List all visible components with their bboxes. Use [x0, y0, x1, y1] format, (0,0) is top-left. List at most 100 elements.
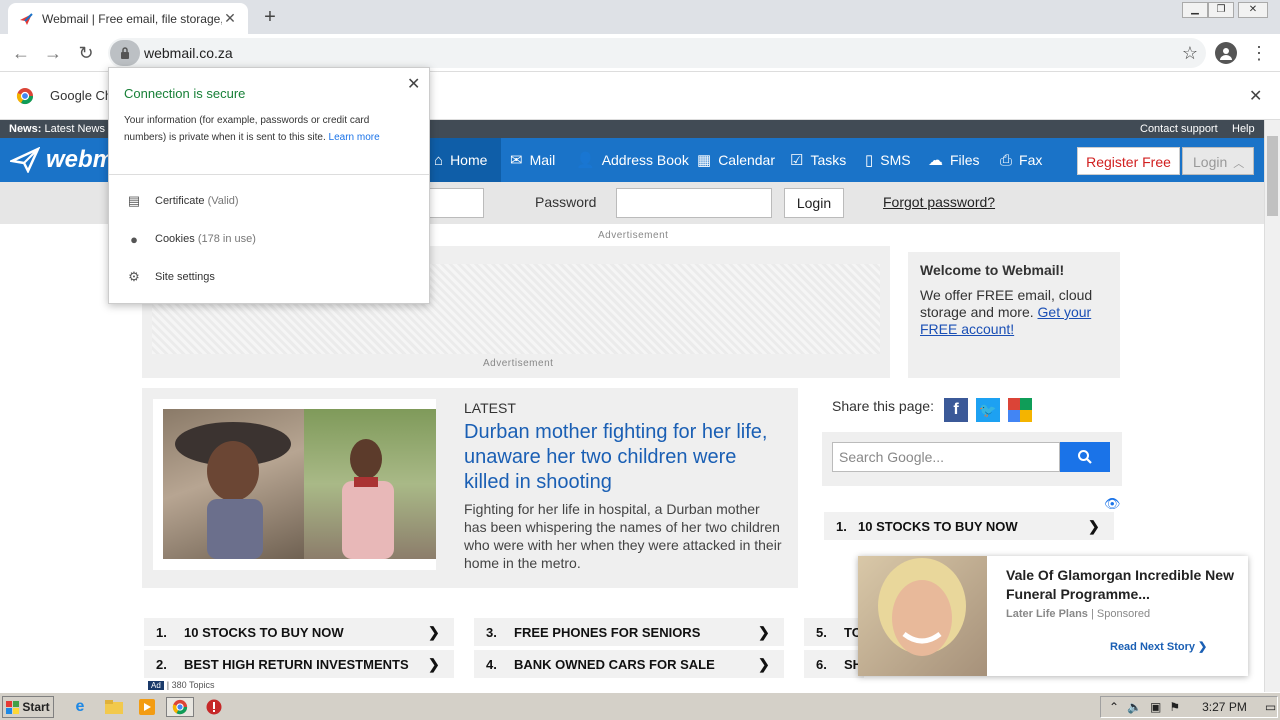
address-bar[interactable]: webmail.co.za ☆ [108, 38, 1206, 68]
list-item[interactable]: 2. BEST HIGH RETURN INVESTMENTS ❯ [144, 650, 454, 678]
ie-icon[interactable]: e [70, 697, 90, 717]
logo-plane-icon [10, 147, 40, 173]
site-settings-item[interactable]: ⚙ Site settings [125, 266, 215, 288]
chevron-right-icon: ❯ [758, 655, 770, 672]
tab-title: Webmail | Free email, file storage, s [42, 11, 222, 26]
side-list-item[interactable]: 1. 10 STOCKS TO BUY NOW ❯ [824, 512, 1114, 540]
nav-address-book[interactable]: 👤 Address Book [576, 138, 689, 182]
new-tab-button[interactable]: + [258, 5, 282, 29]
help-link[interactable]: Help [1232, 120, 1255, 138]
stop-icon[interactable] [204, 697, 224, 717]
mail-icon: ✉ [510, 152, 523, 169]
scrollbar-thumb[interactable] [1267, 136, 1278, 216]
learn-more-link[interactable]: Learn more [329, 132, 380, 143]
nav-tasks[interactable]: ☑ Tasks [790, 138, 846, 182]
password-field[interactable] [616, 188, 772, 218]
tab-close-icon[interactable]: ✕ [222, 10, 238, 27]
list-item[interactable]: 5. TO [804, 618, 864, 646]
list-item[interactable]: 3. FREE PHONES FOR SENIORS ❯ [474, 618, 784, 646]
media-player-icon[interactable] [137, 697, 157, 717]
infobar-text: Google Ch [50, 88, 113, 103]
reload-button[interactable]: ↻ [73, 40, 99, 66]
back-button[interactable]: ← [8, 40, 34, 66]
chevron-right-icon: ❯ [1088, 517, 1100, 534]
story-image-frame[interactable] [153, 399, 436, 570]
list-item[interactable]: 4. BANK OWNED CARS FOR SALE ❯ [474, 650, 784, 678]
nav-mail[interactable]: ✉ Mail [510, 138, 555, 182]
nav-calendar[interactable]: ▦ Calendar [697, 138, 775, 182]
adchoices-eye-icon[interactable]: 👁 [1104, 496, 1121, 512]
windows-taskbar: Start e ⌃ 🔈 ▣ ⚑ 3:27 PM ▭ [0, 692, 1280, 720]
page-scrollbar[interactable] [1264, 120, 1280, 692]
site-favicon-icon [18, 11, 34, 27]
ad-title[interactable]: Vale Of Glamorgan Incredible New Funeral… [1006, 566, 1236, 604]
ad-sponsored: Sponsored [1096, 608, 1151, 620]
site-logo[interactable]: webm [10, 146, 114, 174]
close-window-button[interactable]: ✕ [1238, 2, 1268, 18]
welcome-box: Welcome to Webmail! We offer FREE email,… [908, 252, 1120, 378]
calendar-icon: ▦ [697, 152, 712, 169]
folder-icon[interactable] [104, 697, 124, 717]
twitter-icon[interactable]: 🐦 [976, 398, 1000, 422]
url-text: webmail.co.za [144, 45, 233, 61]
cookie-icon: ● [130, 231, 138, 247]
contact-support-link[interactable]: Contact support [1140, 120, 1218, 138]
forward-button[interactable]: → [40, 40, 66, 66]
browser-tab[interactable]: Webmail | Free email, file storage, s ✕ [8, 3, 248, 34]
list-item[interactable]: 6. SH [804, 650, 864, 678]
news-ticker[interactable]: Latest News [44, 123, 105, 135]
nav-files[interactable]: ☁ Files [928, 138, 980, 182]
menu-kebab-icon[interactable]: ⋮ [1250, 40, 1268, 66]
story-summary: Fighting for her life in hospital, a Dur… [464, 501, 782, 571]
tab-strip: Webmail | Free email, file storage, s ✕ … [0, 0, 1280, 34]
show-desktop-icon[interactable]: ▭ [1265, 700, 1276, 714]
story-headline[interactable]: Durban mother fighting for her life, una… [464, 420, 784, 495]
infobar-close-icon[interactable]: ✕ [1249, 86, 1262, 106]
certificate-icon: ▤ [127, 193, 141, 208]
list-item[interactable]: 1. 10 STOCKS TO BUY NOW ❯ [144, 618, 454, 646]
logo-text: webm [46, 146, 115, 173]
nav-fax[interactable]: ⎙ Fax [1000, 138, 1042, 182]
sponsored-ad-popup[interactable]: Vale Of Glamorgan Incredible New Funeral… [858, 556, 1248, 676]
start-button[interactable]: Start [2, 696, 54, 718]
story-photo-man [304, 409, 436, 559]
password-label: Password [535, 194, 597, 210]
ad-footer: Ad | 380 Topics [148, 680, 215, 690]
login-dropdown-button[interactable]: Login ︿ [1182, 147, 1254, 175]
network-icon[interactable]: ▣ [1150, 700, 1161, 714]
google-share-icon[interactable] [1008, 398, 1032, 422]
ad-source-line: Later Life Plans | Sponsored [1006, 608, 1151, 620]
welcome-title: Welcome to Webmail! [920, 262, 1065, 278]
latest-story-card: LATEST Durban mother fighting for her li… [142, 388, 798, 588]
register-free-button[interactable]: Register Free [1077, 147, 1180, 175]
tray-arrow-icon[interactable]: ⌃ [1109, 700, 1119, 714]
gear-icon: ⚙ [128, 269, 140, 284]
bookmark-star-icon[interactable]: ☆ [1182, 38, 1198, 68]
read-next-story-link[interactable]: Read Next Story ❯ [1110, 640, 1207, 653]
popup-close-icon[interactable]: ✕ [407, 74, 420, 94]
fax-icon: ⎙ [1000, 151, 1013, 169]
forgot-password-link[interactable]: Forgot password? [883, 194, 995, 210]
popup-divider [109, 174, 429, 175]
minimize-button[interactable]: ▁ [1182, 2, 1208, 18]
facebook-icon[interactable]: f [944, 398, 968, 422]
chrome-taskbar-icon[interactable] [166, 697, 194, 717]
share-label: Share this page: [832, 398, 934, 414]
profile-avatar-icon[interactable] [1215, 42, 1237, 64]
certificate-item[interactable]: ▤ Certificate (Valid) [125, 190, 239, 212]
cookies-item[interactable]: ● Cookies (178 in use) [125, 228, 256, 250]
chrome-logo-icon [16, 87, 34, 105]
nav-home[interactable]: ⌂ Home [426, 138, 501, 182]
login-button[interactable]: Login [784, 188, 844, 218]
search-button[interactable] [1060, 442, 1110, 472]
lock-icon[interactable] [110, 40, 140, 66]
ad-badge: Ad [148, 680, 164, 690]
chevron-up-icon: ︿ [1233, 158, 1245, 170]
flag-icon[interactable]: ⚑ [1169, 700, 1180, 714]
volume-icon[interactable]: 🔈 [1127, 700, 1142, 714]
maximize-button[interactable]: ❐ [1208, 2, 1234, 18]
search-input[interactable]: Search Google... [832, 442, 1060, 472]
clock: 3:27 PM [1202, 700, 1247, 714]
nav-sms[interactable]: ▯ SMS [865, 138, 911, 182]
user-icon: 👤 [576, 152, 595, 169]
